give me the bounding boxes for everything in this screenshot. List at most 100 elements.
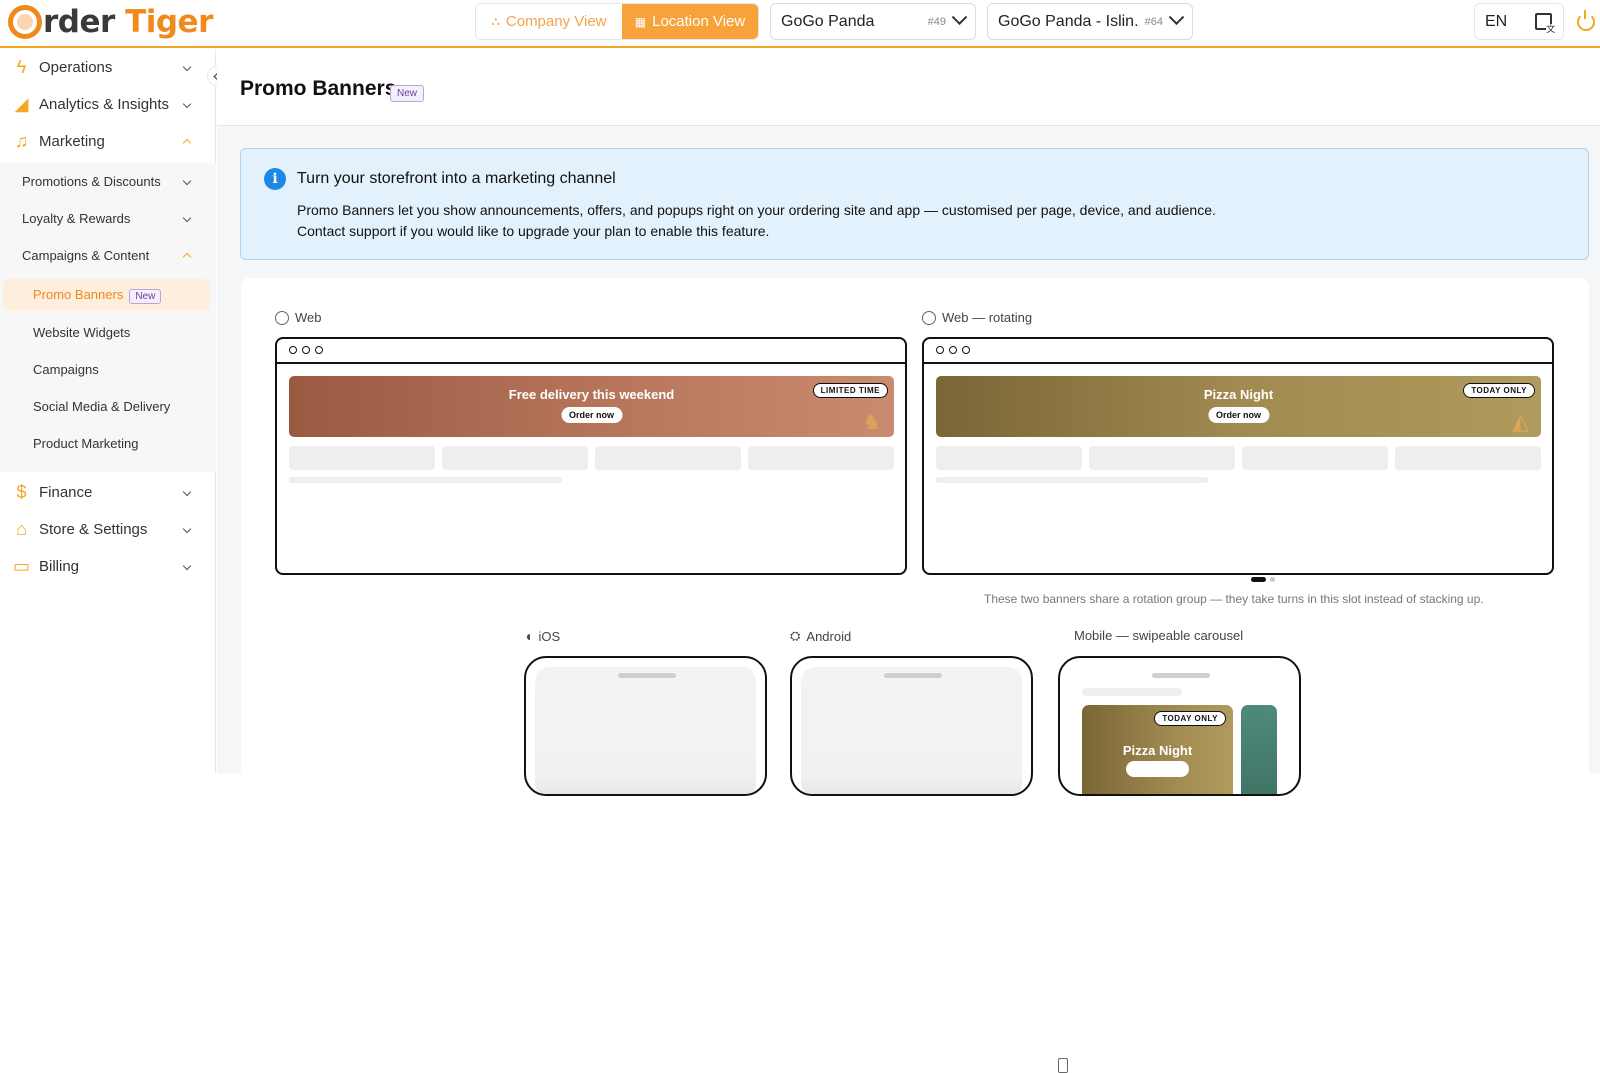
chevron-down-icon xyxy=(182,176,192,186)
window-dot xyxy=(289,346,297,354)
sidebar-item-billing[interactable]: ▭ Billing xyxy=(0,548,216,584)
location-select[interactable]: GoGo Panda - Islin... #64 xyxy=(987,3,1193,40)
sidebar-item-promo-banners[interactable]: Promo Banners New xyxy=(3,279,210,311)
top-bar: rder Tiger ⛬ Company View ▦ Location Vie… xyxy=(0,0,1600,48)
browser-bar xyxy=(277,339,905,364)
ios-phone-preview xyxy=(524,656,767,796)
company-view-button[interactable]: ⛬ Company View xyxy=(476,4,622,39)
web-preview-label: Web xyxy=(275,310,322,325)
language-switcher[interactable]: EN xyxy=(1474,3,1564,40)
apple-icon: ◖ xyxy=(524,628,533,644)
phone-screen xyxy=(801,667,1022,794)
chevron-up-icon xyxy=(182,252,192,262)
logo-text: rder Tiger xyxy=(43,4,213,40)
placeholder-row xyxy=(289,446,894,470)
chevron-down-icon xyxy=(182,99,192,109)
sidebar-item-finance[interactable]: $ Finance xyxy=(0,474,216,510)
carousel-next-slide[interactable] xyxy=(1241,705,1277,794)
sidebar-item-loyalty[interactable]: Loyalty & Rewards xyxy=(0,202,216,234)
window-dot xyxy=(962,346,970,354)
chrome-icon xyxy=(275,310,289,325)
sidebar-item-promotions[interactable]: Promotions & Discounts xyxy=(0,165,216,197)
sidebar-item-social-media[interactable]: Social Media & Delivery xyxy=(0,390,216,422)
sidebar-item-operations[interactable]: ϟ Operations xyxy=(0,49,216,85)
chevron-down-icon xyxy=(182,524,192,534)
window-dot xyxy=(302,346,310,354)
rotation-dot xyxy=(1270,577,1275,582)
order-now-button: Order now xyxy=(560,407,623,423)
placeholder-row xyxy=(936,446,1541,470)
web-rotating-preview-label: Web — rotating xyxy=(922,310,1032,325)
tiger-logo-icon xyxy=(8,5,42,39)
sidebar-item-marketing[interactable]: ♫ Marketing xyxy=(0,123,216,159)
card-icon: ▭ xyxy=(12,555,30,576)
info-title: Turn your storefront into a marketing ch… xyxy=(297,170,616,187)
sidebar-item-website-widgets[interactable]: Website Widgets xyxy=(0,316,216,348)
phone-notch xyxy=(618,673,676,678)
page-header: Promo Banners New xyxy=(217,49,1600,126)
view-toggle: ⛬ Company View ▦ Location View xyxy=(475,3,759,40)
info-banner: i Turn your storefront into a marketing … xyxy=(240,148,1589,260)
store-icon: ⌂ xyxy=(16,518,27,539)
placeholder-line xyxy=(936,477,1209,483)
carousel-slide[interactable]: TODAY ONLY Pizza Night xyxy=(1082,705,1233,794)
info-icon: i xyxy=(264,168,286,190)
chevron-up-icon xyxy=(182,138,192,148)
bell-icon: ♫ xyxy=(14,130,29,151)
info-body: Promo Banners let you show announcements… xyxy=(297,202,1216,239)
order-now-button: Order now xyxy=(1207,407,1270,423)
window-dot xyxy=(936,346,944,354)
phone-notch xyxy=(884,673,942,678)
chevron-down-icon xyxy=(182,62,192,72)
sidebar: ϟ Operations ◢ Analytics & Insights ♫ Ma… xyxy=(0,49,216,773)
rotation-note: These two banners share a rotation group… xyxy=(984,592,1484,606)
main-content: Promo Banners New i Turn your storefront… xyxy=(217,49,1600,1073)
android-icon: ⛭ xyxy=(790,628,801,643)
sidebar-item-store-settings[interactable]: ⌂ Store & Settings xyxy=(0,511,216,547)
bolt-icon: ϟ xyxy=(16,56,27,77)
chart-icon: ◢ xyxy=(14,93,29,114)
sidebar-item-campaigns[interactable]: Campaigns xyxy=(0,353,216,385)
order-now-button xyxy=(1126,761,1189,777)
chevron-down-icon xyxy=(182,487,192,497)
chevron-down-icon xyxy=(1168,9,1185,26)
page-title: Promo Banners xyxy=(240,77,397,100)
rotation-dot-active xyxy=(1251,577,1266,582)
sidebar-item-campaigns-content[interactable]: Campaigns & Content xyxy=(0,239,216,271)
preview-card: Web Free delivery this weekend Order now… xyxy=(241,278,1589,1073)
power-icon[interactable] xyxy=(1577,10,1595,31)
chevron-down-icon xyxy=(951,9,968,26)
pizza-icon: ◭ xyxy=(1512,409,1529,434)
window-dot xyxy=(315,346,323,354)
web-rotating-browser-preview: Pizza Night Order now TODAY ONLY ◭ xyxy=(922,337,1554,575)
new-badge: New xyxy=(129,288,162,304)
sitemap-icon: ⛬ xyxy=(491,14,500,28)
placeholder-line xyxy=(289,477,562,483)
window-dot xyxy=(949,346,957,354)
android-preview-label: ⛭ Android xyxy=(790,628,852,644)
company-select[interactable]: GoGo Panda #49 xyxy=(770,3,976,40)
phone-screen xyxy=(535,667,756,794)
chevron-down-icon xyxy=(182,561,192,571)
translate-icon[interactable] xyxy=(1535,13,1556,34)
new-badge: New xyxy=(390,85,425,102)
promo-banner-preview: Free delivery this weekend Order now LIM… xyxy=(289,376,894,437)
mobile-carousel-phone-preview: TODAY ONLY Pizza Night xyxy=(1058,656,1301,796)
dollar-icon: $ xyxy=(16,481,27,502)
scooter-icon: ♞ xyxy=(862,409,882,434)
location-view-button[interactable]: ▦ Location View xyxy=(622,4,758,39)
phone-icon xyxy=(1058,1058,1068,1073)
marketing-submenu: Promotions & Discounts Loyalty & Rewards… xyxy=(0,163,216,472)
chrome-icon xyxy=(922,310,936,325)
android-phone-preview xyxy=(790,656,1033,796)
browser-bar xyxy=(924,339,1552,364)
sidebar-item-product-marketing[interactable]: Product Marketing xyxy=(0,427,216,459)
limited-time-tag: LIMITED TIME xyxy=(812,383,888,398)
logo[interactable]: rder Tiger xyxy=(8,2,213,42)
today-only-tag: TODAY ONLY xyxy=(1154,711,1226,726)
web-browser-preview: Free delivery this weekend Order now LIM… xyxy=(275,337,907,575)
today-only-tag: TODAY ONLY xyxy=(1463,383,1535,398)
sidebar-item-analytics[interactable]: ◢ Analytics & Insights xyxy=(0,86,216,122)
ios-preview-label: ◖ iOS xyxy=(524,628,561,644)
chevron-down-icon xyxy=(182,213,192,223)
